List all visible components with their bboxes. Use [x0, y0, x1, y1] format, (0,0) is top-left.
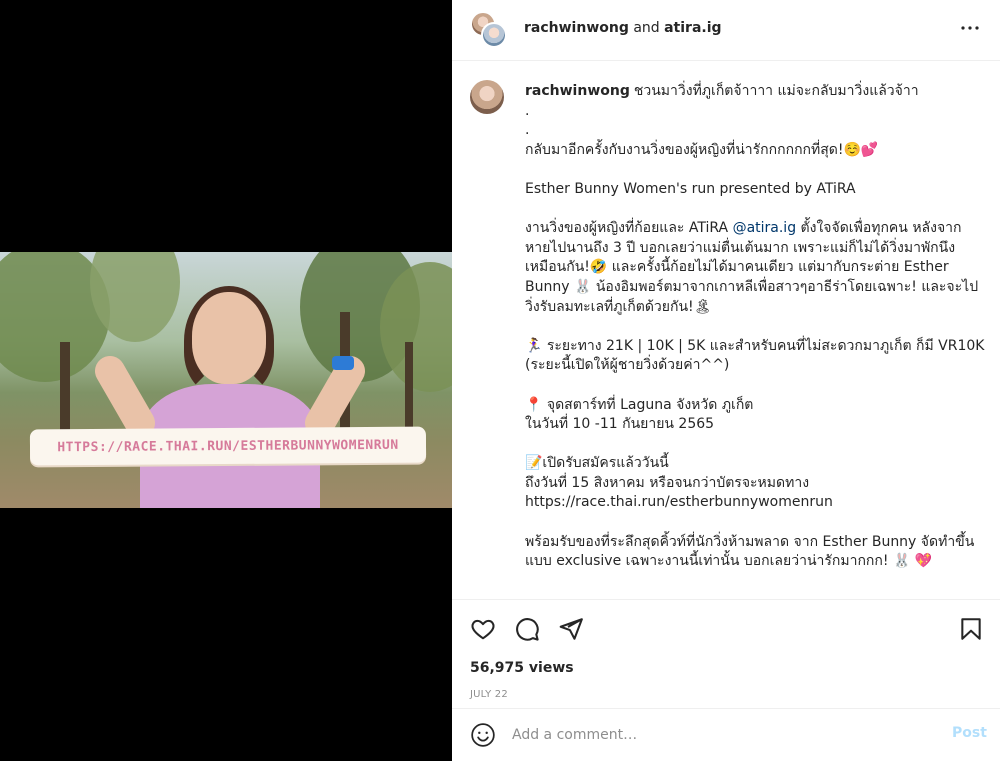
avatar[interactable]	[481, 22, 507, 48]
caption-text: 📝เปิดรับสมัครแล้ววันนี้	[525, 455, 669, 472]
comment-icon[interactable]	[514, 616, 540, 642]
caption-text: https://race.thai.run/estherbunnywomenru…	[525, 494, 833, 511]
post-button[interactable]: Post	[952, 725, 987, 741]
more-options-icon[interactable]	[958, 16, 982, 40]
avatar[interactable]	[470, 80, 504, 114]
emoji-icon[interactable]	[470, 722, 496, 748]
view-count[interactable]: 56,975 views	[470, 660, 574, 676]
post-details-panel: rachwinwong and atira.ig rachwinwong ชวนม…	[452, 0, 1000, 761]
url-banner: HTTPS://RACE.THAI.RUN/ESTHERBUNNYWOMENRU…	[29, 426, 427, 466]
author-joiner: and	[633, 20, 660, 36]
author-link[interactable]: atira.ig	[664, 20, 721, 36]
send-icon[interactable]	[558, 616, 584, 642]
caption-text: งานวิ่งของผู้หญิงที่ก้อยและ ATiRA	[525, 220, 733, 237]
heart-icon[interactable]	[470, 616, 496, 642]
post-date[interactable]: JULY 22	[470, 689, 508, 700]
collab-avatars[interactable]	[470, 11, 510, 51]
caption-text: .	[525, 122, 530, 139]
smartwatch	[332, 356, 354, 370]
caption-text: 🏃‍♀️ ระยะทาง 21K | 10K | 5K และสำหรับคนท…	[525, 337, 989, 374]
caption-text: กลับมาอีกครั้งกับงานวิ่งของผู้หญิงที่น่า…	[525, 141, 879, 158]
instagram-post-modal: HTTPS://RACE.THAI.RUN/ESTHERBUNNYWOMENRU…	[0, 0, 1000, 761]
comment-bar: Post	[452, 708, 1000, 761]
mention-link[interactable]: @atira.ig	[733, 220, 797, 236]
author-link[interactable]: rachwinwong	[524, 20, 629, 36]
caption-text: ชวนมาวิ่งที่ภูเก็ตจ้าาาา แม่จะกลับมาวิ่ง…	[633, 83, 919, 99]
caption-text: ถึงวันที่ 15 สิงหาคม หรือจนกว่าบัตรจะหมด…	[525, 474, 810, 491]
media-panel: HTTPS://RACE.THAI.RUN/ESTHERBUNNYWOMENRU…	[0, 0, 452, 761]
caption-text: .	[525, 102, 530, 119]
face	[192, 292, 266, 384]
caption-area: rachwinwong ชวนมาวิ่งที่ภูเก็ตจ้าาาา แม่จ…	[452, 62, 1000, 599]
bookmark-icon[interactable]	[958, 616, 984, 642]
caption-text: พร้อมรับของที่ระลึกสุดคิ้วท์ที่นักวิ่งห้…	[525, 533, 975, 570]
post-caption: rachwinwong ชวนมาวิ่งที่ภูเก็ตจ้าาาา แม่จ…	[525, 82, 985, 572]
post-video[interactable]: HTTPS://RACE.THAI.RUN/ESTHERBUNNYWOMENRU…	[0, 252, 452, 508]
caption-text: 📍 จุดสตาร์ทที่ Laguna จังหวัด ภูเก็ต	[525, 396, 754, 413]
comment-input[interactable]	[512, 723, 912, 747]
post-header: rachwinwong and atira.ig	[452, 0, 1000, 61]
post-authors: rachwinwong and atira.ig	[524, 20, 722, 36]
caption-text: Esther Bunny Women's run presented by AT…	[525, 180, 856, 197]
banner-url-text: HTTPS://RACE.THAI.RUN/ESTHERBUNNYWOMENRU…	[57, 437, 399, 455]
caption-text: ในวันที่ 10 -11 กันยายน 2565	[525, 416, 715, 433]
caption-username[interactable]: rachwinwong	[525, 83, 630, 99]
runner-figure	[89, 286, 371, 508]
action-bar	[452, 599, 1000, 663]
